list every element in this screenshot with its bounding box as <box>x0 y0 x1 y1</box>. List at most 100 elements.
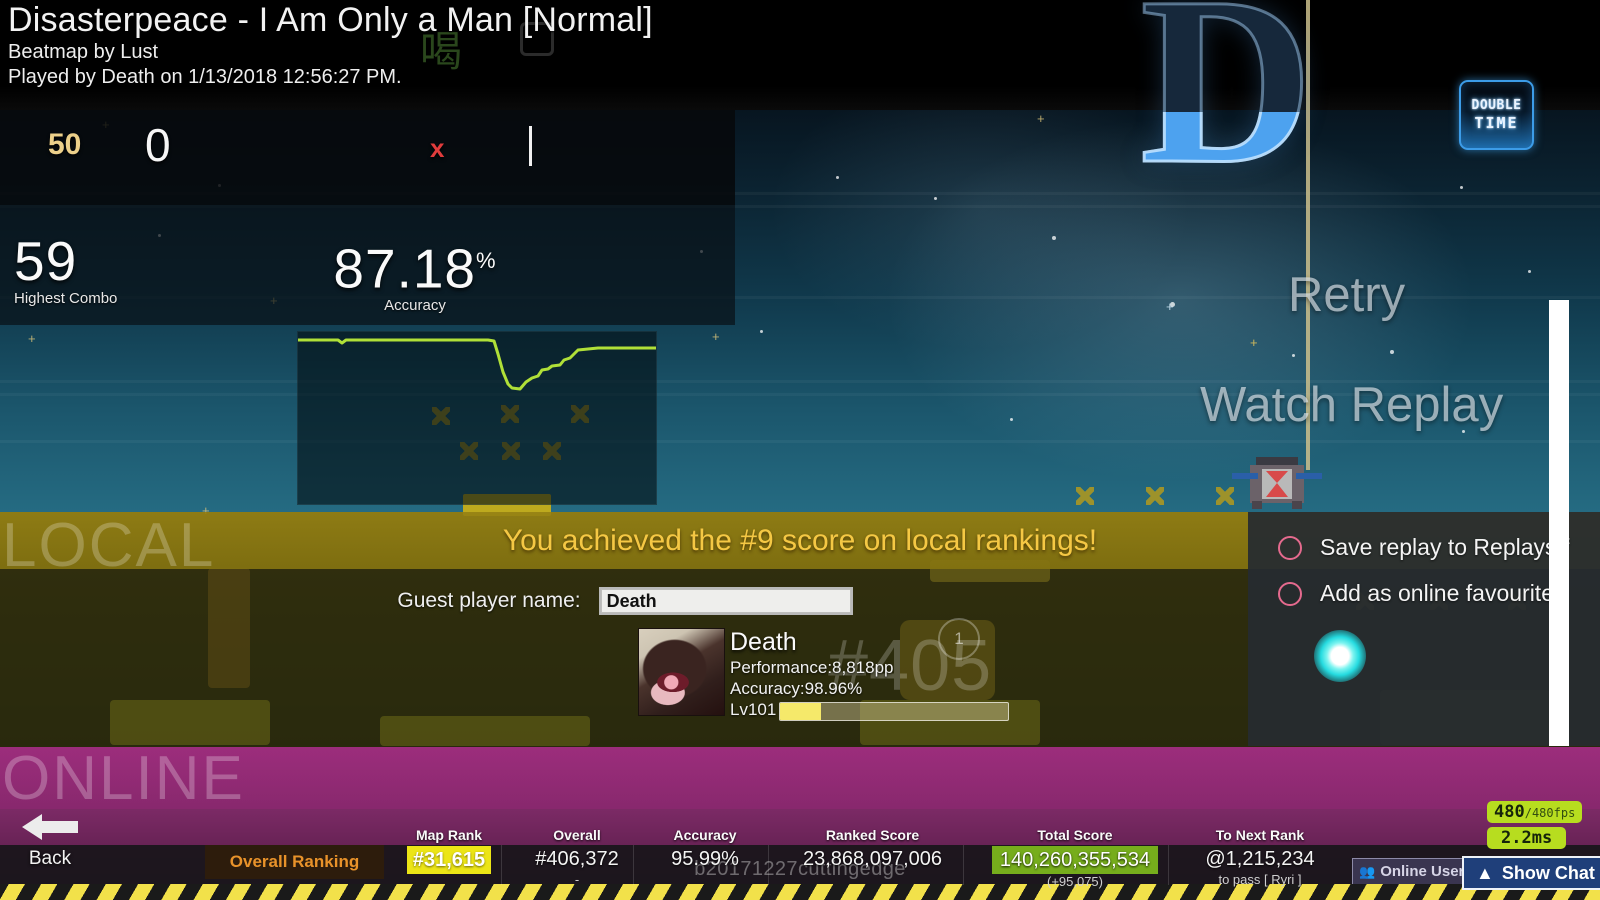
stat-column-map-rank: Map Rank #31,615 <box>386 826 512 874</box>
stat-header-overall: Overall <box>553 827 601 843</box>
star-plus: + <box>28 331 36 346</box>
star-plus: + <box>1250 335 1258 350</box>
player-performance: Performance:8,818pp <box>730 658 894 677</box>
radio-icon[interactable] <box>1278 581 1302 606</box>
avatar-image <box>639 629 724 715</box>
frametime-counter: 2.2ms <box>1487 827 1567 849</box>
highest-combo-value: 59 <box>14 230 78 292</box>
bottom-stripe <box>0 884 1600 900</box>
judgement-label-50: 50 <box>48 128 82 161</box>
stat-header-map-rank: Map Rank <box>415 827 483 843</box>
option-add-favourite-label: Add as online favourite <box>1320 580 1554 606</box>
panel-scrollbar[interactable] <box>1549 300 1569 746</box>
back-button-label: Back <box>28 848 72 869</box>
pixel-cross <box>1146 487 1164 505</box>
star <box>1528 270 1531 273</box>
hp-graph-svg <box>298 338 656 391</box>
stat-column-ranked-score: Ranked Score 23,868,097,006 <box>780 826 965 872</box>
star <box>1460 186 1463 189</box>
stat-header-accuracy: Accuracy <box>673 827 737 843</box>
stat-header-to-next-rank: To Next Rank <box>1215 827 1305 843</box>
star <box>760 330 763 333</box>
guest-name-label: Guest player name: <box>397 589 581 612</box>
stat-column-accuracy: Accuracy 95.99% <box>645 826 765 872</box>
people-icon: 👥 <box>1359 863 1376 879</box>
accuracy-label: Accuracy <box>384 297 446 315</box>
grade-letter: D <box>1138 0 1314 213</box>
stat-divider <box>1168 845 1169 885</box>
player-card[interactable]: #405 1 Death Performance:8,818pp Accurac… <box>638 618 1058 724</box>
mod-line-1: DOUBLE <box>1471 98 1522 113</box>
watch-replay-button[interactable]: Watch Replay <box>1200 378 1503 432</box>
accuracy-value: 87.18% <box>330 232 500 297</box>
option-save-replay-label: Save replay to Replays f <box>1320 534 1570 560</box>
beatmap-played-by: Played by Death on 1/13/2018 12:56:27 PM… <box>8 66 402 88</box>
mod-line-2: TIME <box>1474 114 1519 132</box>
stat-divider <box>501 845 502 885</box>
judgement-panel <box>0 110 735 205</box>
beatmap-header: Disasterpeace - I Am Only a Man [Normal]… <box>8 0 653 90</box>
mod-icon-double-time[interactable]: DOUBLE TIME <box>1459 80 1534 150</box>
guest-name-value: Death <box>606 590 657 611</box>
star-plus: + <box>1166 299 1174 314</box>
fps-suffix: /480fps <box>1524 806 1576 820</box>
stat-divider <box>768 845 769 885</box>
option-add-favourite[interactable]: Add as online favourite <box>1278 580 1554 607</box>
cursor <box>1314 630 1366 682</box>
level-progress-fill <box>780 703 822 720</box>
guest-name-input[interactable]: Death <box>598 587 853 615</box>
beatmap-mapper: Beatmap by Lust <box>8 41 159 63</box>
pixel-cross <box>1076 487 1094 505</box>
star-plus: + <box>1037 111 1045 126</box>
show-chat-button[interactable]: ▲ Show Chat <box>1462 856 1600 890</box>
guest-name-row: Guest player name: Death <box>0 583 1250 619</box>
online-users-label: Online Users <box>1380 863 1473 880</box>
replay-options-panel: Save replay to Replays f Add as online f… <box>1248 512 1600 746</box>
highest-combo-block: 59 Highest Combo <box>14 232 117 308</box>
tab-overall-ranking-label: Overall Ranking <box>229 852 360 871</box>
stat-divider <box>633 845 634 885</box>
star <box>1292 354 1295 357</box>
level-progress-bar <box>779 702 1009 721</box>
stat-value-ranked-score: 23,868,097,006 <box>802 848 943 870</box>
player-level: Lv101 <box>730 700 777 719</box>
radio-icon[interactable] <box>1278 535 1302 560</box>
pixel-bush <box>380 716 590 746</box>
player-name: Death <box>730 628 797 656</box>
star <box>934 197 937 200</box>
avatar <box>638 628 725 716</box>
enemy-sprite <box>1232 455 1322 513</box>
star <box>1052 236 1056 240</box>
star <box>836 176 839 179</box>
player-accuracy: Accuracy:98.96% <box>730 679 863 698</box>
option-save-replay[interactable]: Save replay to Replays f <box>1278 534 1569 561</box>
screen-root: + + + + + + + + 喝 Disasterpeace - I Am O… <box>0 0 1600 900</box>
tab-overall-ranking[interactable]: Overall Ranking <box>205 845 384 879</box>
stat-sub-total-score: (+95,075) <box>1046 874 1103 889</box>
stat-value-accuracy: 95.99% <box>671 848 739 870</box>
stat-sub-overall: - <box>574 872 580 887</box>
judgement-count-50: 0 <box>145 119 171 171</box>
stat-value-total-score: 140,260,355,534 <box>991 846 1159 874</box>
hp-graph <box>297 331 657 505</box>
sky-band <box>0 440 1600 443</box>
star-plus: + <box>712 329 720 344</box>
back-button[interactable]: Back <box>0 800 100 890</box>
fps-value: 480 <box>1494 802 1525 822</box>
fps-counter: 480 /480fps <box>1487 801 1583 823</box>
stat-column-overall: Overall #406,372 - <box>513 826 641 887</box>
stat-value-overall: #406,372 <box>535 848 619 870</box>
highest-combo-label: Highest Combo <box>14 290 118 307</box>
judgement-divider <box>529 126 532 166</box>
achievement-text: You achieved the #9 score on local ranki… <box>502 523 1098 557</box>
hp-graph-line <box>298 338 656 391</box>
stat-value-to-next-rank: @1,215,234 <box>1205 848 1315 870</box>
star <box>1010 418 1013 421</box>
retry-button[interactable]: Retry <box>1288 268 1405 322</box>
stat-value-map-rank: #31,615 <box>406 846 492 874</box>
star <box>1390 350 1394 354</box>
player-rank-badge: 1 <box>938 618 980 660</box>
accuracy-percent-sign: % <box>476 248 497 273</box>
chevron-up-icon: ▲ <box>1476 862 1494 883</box>
stat-header-ranked-score: Ranked Score <box>825 827 920 843</box>
